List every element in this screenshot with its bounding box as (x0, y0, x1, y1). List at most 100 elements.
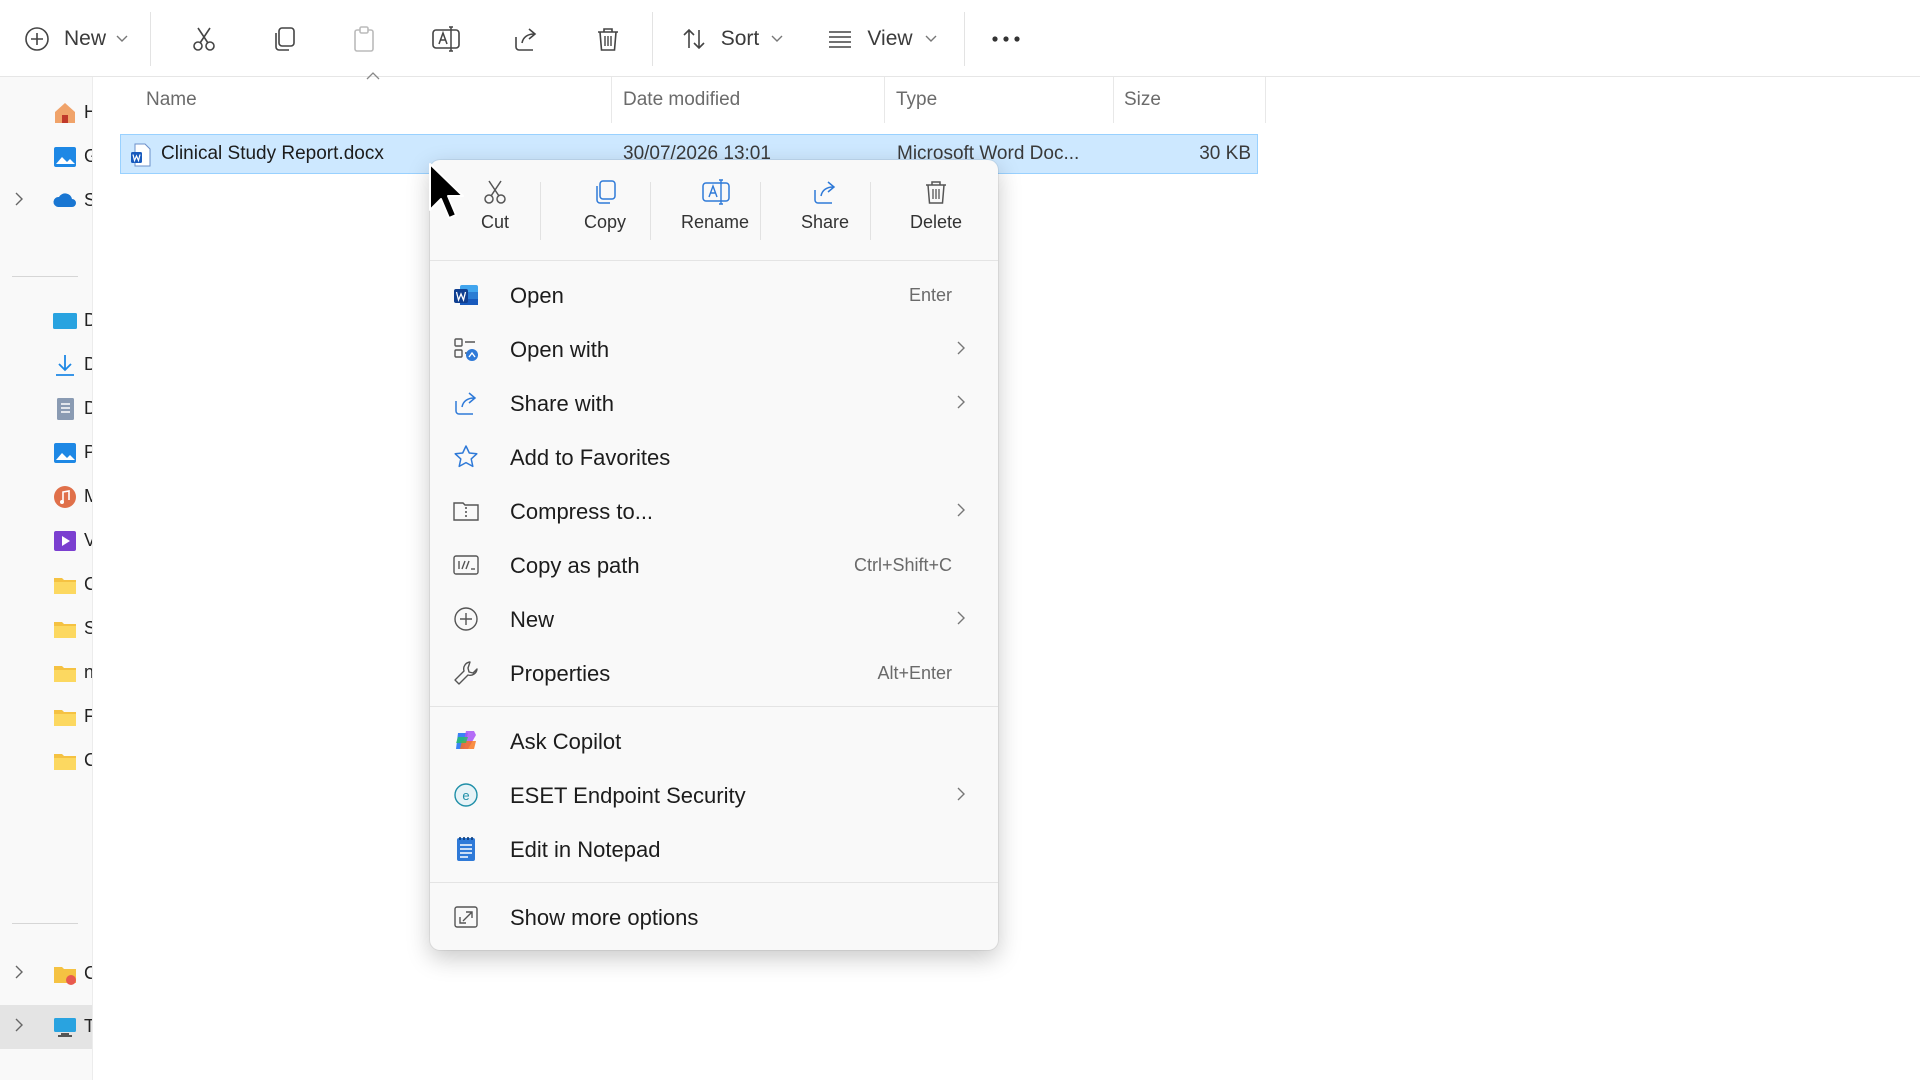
menu-item-ask-copilot[interactable]: Ask Copilot (438, 716, 990, 766)
toolbar-copy-button[interactable] (256, 14, 312, 64)
menu-item-label: Copy as path (510, 553, 640, 578)
column-header-size[interactable]: Size (1114, 77, 1266, 123)
context-menu-quick-actions: Cut Copy Rename Share Delete (430, 160, 998, 260)
chevron-right-icon[interactable] (14, 964, 24, 980)
chevron-down-icon (116, 35, 128, 43)
see-more-button[interactable] (976, 14, 1036, 64)
nav-item-folder[interactable]: n (0, 651, 92, 695)
menu-item-add-to-favorites[interactable]: Add to Favorites (438, 432, 990, 482)
quick-action-separator (540, 182, 541, 240)
chevron-right-icon (956, 502, 966, 518)
nav-item-folder[interactable]: F (0, 695, 92, 739)
nav-item-label: D (84, 354, 92, 374)
nav-item-this-pc[interactable]: T (0, 1005, 92, 1049)
nav-item-home[interactable]: H (0, 91, 92, 135)
toolbar-rename-button[interactable] (418, 14, 474, 64)
nav-item-music[interactable]: M (0, 475, 92, 519)
zip-icon (452, 497, 480, 525)
nav-item-onedrive[interactable]: S (0, 179, 92, 223)
plus-circle-icon (24, 26, 50, 52)
menu-item-open[interactable]: Open Enter (438, 270, 990, 320)
more-icon (991, 35, 1021, 43)
cut-icon (190, 25, 218, 53)
nav-item-label: D (84, 398, 92, 418)
column-header-label: Name (146, 89, 197, 110)
menu-item-open-with[interactable]: Open with (438, 324, 990, 374)
menu-item-share-with[interactable]: Share with (438, 378, 990, 428)
chevron-right-icon[interactable] (14, 191, 24, 207)
menu-item-edit-in-notepad[interactable]: Edit in Notepad (438, 824, 990, 874)
nav-item-desktop[interactable]: D (0, 299, 92, 343)
nav-item-network-drive[interactable]: C (0, 952, 92, 996)
nav-item-label: V (84, 530, 92, 550)
menu-item-new[interactable]: New (438, 594, 990, 644)
cut-label: Cut (480, 212, 509, 232)
column-header-label: Size (1124, 89, 1161, 110)
menu-item-properties[interactable]: Properties Alt+Enter (438, 648, 990, 698)
column-header-name[interactable]: Name (130, 77, 612, 123)
nav-item-label: C (84, 574, 92, 594)
nav-item-pictures[interactable]: P (0, 431, 92, 475)
toolbar-paste-button[interactable] (336, 14, 392, 64)
nav-item-folder[interactable]: S (0, 607, 92, 651)
context-share-button[interactable]: Share (775, 178, 875, 248)
folder-icon (52, 616, 78, 642)
column-header-label: Date modified (623, 89, 741, 110)
sort-icon (681, 26, 707, 52)
share-icon (512, 25, 540, 53)
menu-item-shortcut: Alt+Enter (877, 663, 952, 683)
menu-item-copy-as-path[interactable]: Copy as path Ctrl+Shift+C (438, 540, 990, 590)
music-icon (52, 484, 78, 510)
delete-label: Delete (909, 212, 963, 232)
onedrive-icon (52, 188, 78, 214)
toolbar-cut-button[interactable] (176, 14, 232, 64)
documents-icon (52, 396, 78, 422)
sort-button[interactable]: Sort (676, 14, 788, 64)
svg-text:e: e (462, 788, 469, 803)
nav-item-label: C (84, 750, 92, 770)
column-header-date-modified[interactable]: Date modified (612, 77, 885, 123)
view-button[interactable]: View (820, 14, 944, 64)
nav-item-label: T (84, 1016, 92, 1036)
menu-item-label: Properties (510, 661, 611, 686)
menu-item-label: Open with (510, 337, 610, 362)
menu-item-label: Open (510, 283, 564, 308)
context-copy-button[interactable]: Copy (555, 178, 655, 248)
new-button[interactable]: New (18, 14, 132, 64)
nav-item-label: M (84, 486, 92, 506)
nav-item-documents[interactable]: D (0, 387, 92, 431)
gallery-icon (52, 144, 78, 170)
menu-item-compress-to[interactable]: Compress to... (438, 486, 990, 536)
folder-icon (52, 704, 78, 730)
menu-item-label: Show more options (510, 905, 699, 930)
column-header-type[interactable]: Type (885, 77, 1114, 123)
nav-item-downloads[interactable]: D (0, 343, 92, 387)
nav-item-folder[interactable]: C (0, 563, 92, 607)
nav-item-label: C (84, 963, 92, 983)
folder-icon (52, 572, 78, 598)
menu-item-show-more-options[interactable]: Show more options (438, 892, 990, 942)
menu-item-label: Compress to... (510, 499, 654, 524)
rename-icon (701, 178, 730, 206)
toolbar-delete-button[interactable] (580, 14, 636, 64)
chevron-right-icon[interactable] (14, 1017, 24, 1033)
context-delete-button[interactable]: Delete (886, 178, 986, 248)
folder-icon (52, 660, 78, 686)
nav-item-videos[interactable]: V (0, 519, 92, 563)
mouse-pointer-icon (428, 162, 468, 222)
rename-label: Rename (680, 212, 750, 232)
context-menu: Cut Copy Rename Share Delete Open Enter … (430, 160, 998, 950)
toolbar-share-button[interactable] (498, 14, 554, 64)
nav-item-label: F (84, 706, 92, 726)
nav-item-gallery[interactable]: G (0, 135, 92, 179)
menu-item-eset-endpoint-security[interactable]: e ESET Endpoint Security (438, 770, 990, 820)
nav-item-label: S (84, 190, 92, 210)
this-pc-icon (52, 1014, 78, 1040)
context-rename-button[interactable]: Rename (665, 178, 765, 248)
menu-item-label: New (510, 607, 555, 632)
nav-item-folder[interactable]: C (0, 739, 92, 783)
menu-item-label: Share with (510, 391, 614, 416)
more-options-icon (452, 903, 480, 931)
delete-icon (922, 178, 950, 206)
file-name: Clinical Study Report.docx (161, 143, 384, 164)
